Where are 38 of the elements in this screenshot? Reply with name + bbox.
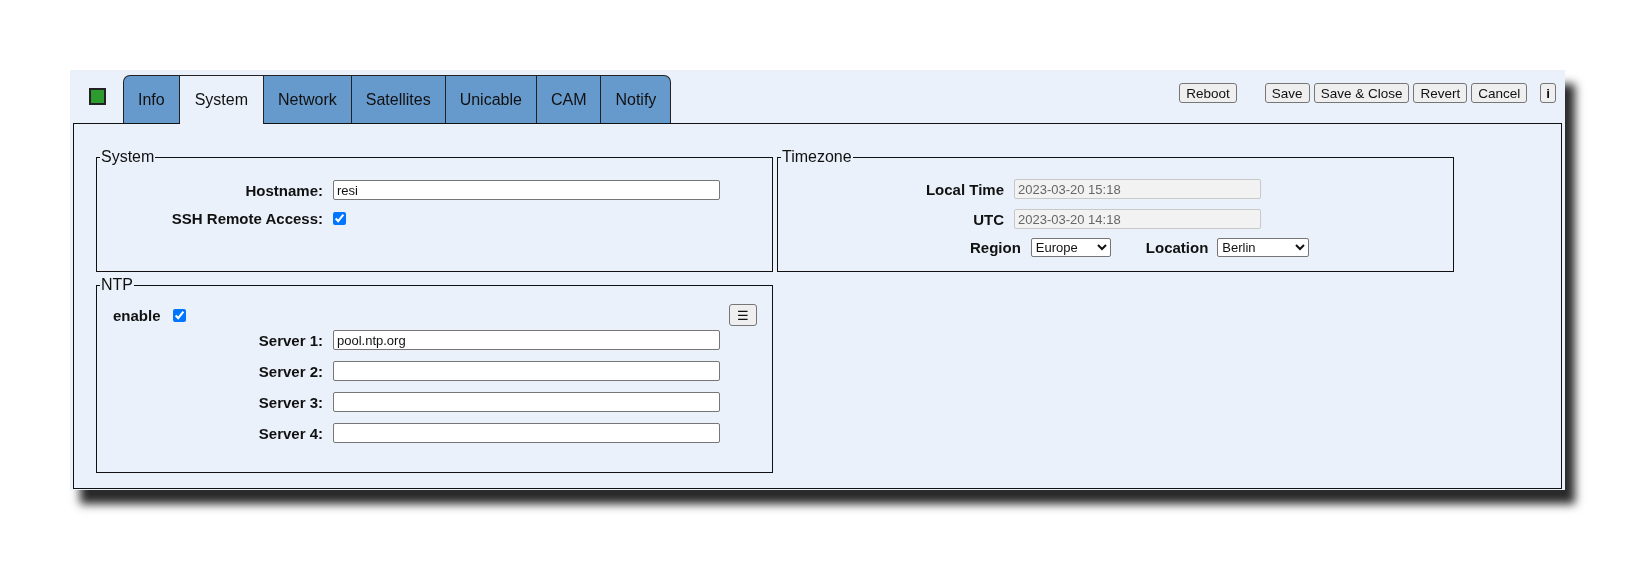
info-button[interactable]: i [1540, 83, 1556, 103]
tab[interactable]: Notify [601, 75, 672, 123]
section-title: Timezone [781, 148, 853, 166]
section-title: System [100, 148, 156, 166]
toolbar-button[interactable]: Save [1264, 83, 1310, 103]
field-label: Local Time [924, 180, 1004, 198]
tab[interactable]: Unicable [445, 75, 537, 123]
menu-button[interactable]: ☰ [729, 304, 757, 326]
status-indicator-icon [89, 88, 106, 105]
server-field[interactable] [333, 392, 720, 412]
server-field[interactable] [333, 423, 720, 443]
field-label: Server 3: [257, 393, 323, 411]
tab[interactable]: Network [264, 75, 352, 123]
tab[interactable]: CAM [536, 75, 602, 123]
reboot-button[interactable]: Reboot [1179, 83, 1237, 103]
ssh-checkbox[interactable] [333, 212, 346, 225]
enable-checkbox[interactable] [172, 308, 186, 322]
server-field[interactable] [333, 361, 720, 381]
server-field[interactable]: pool.ntp.org [333, 330, 720, 350]
tab[interactable]: Satellites [351, 75, 446, 123]
field-label: SSH Remote Access: [170, 210, 323, 227]
field-label: Server 4: [257, 424, 323, 442]
toolbar-button[interactable]: Cancel [1471, 83, 1528, 103]
toolbar-button[interactable]: Revert [1413, 83, 1468, 103]
field-label: Hostname: [244, 181, 323, 199]
field-label: Server 2: [257, 362, 323, 380]
field-label: Server 1: [257, 331, 323, 349]
location-dropdown[interactable]: Berlin [1217, 238, 1310, 257]
section-title: NTP [100, 276, 134, 294]
tab[interactable]: System [179, 75, 265, 124]
region-dropdown[interactable]: Europe [1030, 238, 1111, 257]
tab[interactable]: Info [123, 75, 180, 123]
hostname-field[interactable]: resi [333, 180, 720, 200]
field-label: Region [970, 239, 1021, 256]
field-label: enable [113, 306, 161, 324]
field-label: UTC [972, 210, 1004, 228]
field-label: Location [1145, 239, 1209, 256]
toolbar-button[interactable]: Save & Close [1313, 83, 1410, 103]
